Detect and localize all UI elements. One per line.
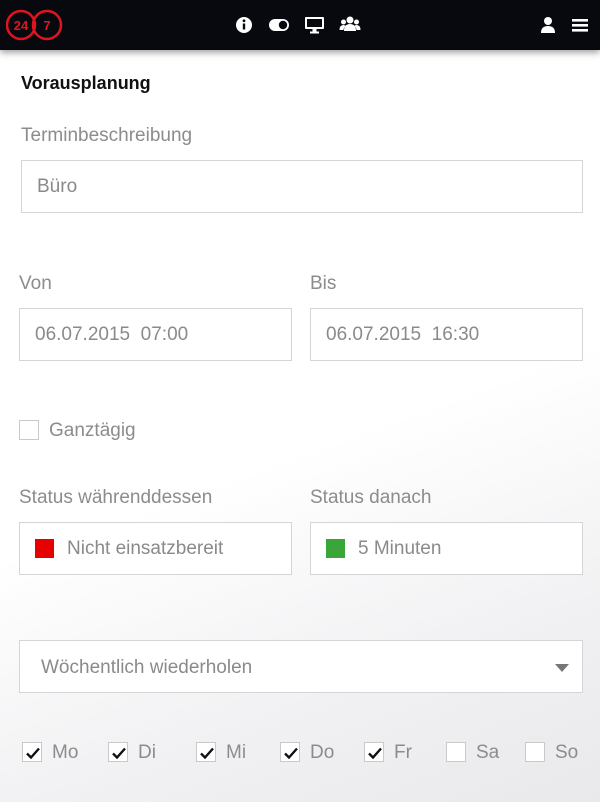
menu-icon[interactable] (571, 15, 593, 35)
weekday-checkbox-mo[interactable] (22, 742, 42, 762)
repeat-select[interactable]: Wöchentlich wiederholen (19, 640, 583, 693)
checkmark-icon (26, 747, 40, 760)
status-during-value: Nicht einsatzbereit (67, 537, 224, 559)
status-during-field[interactable]: Nicht einsatzbereit (19, 522, 292, 575)
users-icon[interactable] (339, 15, 361, 35)
checkmark-icon (368, 747, 382, 760)
weekday-label: Mi (226, 742, 247, 763)
to-label: Bis (310, 273, 337, 294)
from-datetime-input[interactable] (35, 323, 291, 346)
description-input[interactable] (37, 175, 582, 198)
status-after-label: Status danach (310, 487, 432, 508)
toggle-icon[interactable] (268, 15, 290, 35)
repeat-select-value: Wöchentlich wiederholen (41, 657, 253, 678)
svg-text:7: 7 (43, 18, 50, 33)
status-color-swatch (35, 539, 54, 558)
all-day-checkbox[interactable] (19, 420, 39, 440)
weekday-checkbox-so[interactable] (525, 742, 545, 762)
weekday-label: Fr (394, 742, 412, 763)
from-datetime-field[interactable] (19, 308, 292, 361)
to-datetime-input[interactable] (326, 323, 582, 346)
description-field[interactable] (21, 160, 583, 213)
svg-text:24: 24 (14, 18, 29, 33)
checkmark-icon (200, 747, 214, 760)
status-color-swatch (326, 539, 345, 558)
description-label: Terminbeschreibung (21, 125, 193, 146)
weekday-label: So (555, 742, 579, 763)
weekday-checkbox-fr[interactable] (364, 742, 384, 762)
to-datetime-field[interactable] (310, 308, 583, 361)
brand-logo[interactable]: 24 7 (5, 8, 66, 42)
user-icon[interactable] (539, 15, 561, 35)
monitor-icon[interactable] (304, 15, 326, 35)
weekday-label: Sa (476, 742, 500, 763)
from-label: Von (19, 273, 52, 294)
info-icon[interactable] (235, 15, 257, 35)
chevron-down-icon (555, 664, 569, 672)
status-after-value: 5 Minuten (358, 537, 442, 559)
checkmark-icon (112, 747, 126, 760)
weekday-checkbox-do[interactable] (280, 742, 300, 762)
weekday-label: Mo (52, 742, 79, 763)
weekday-label: Di (138, 742, 156, 763)
weekday-label: Do (310, 742, 335, 763)
page-title: Vorausplanung (21, 73, 151, 93)
status-during-label: Status währenddessen (19, 487, 213, 508)
weekday-checkbox-mi[interactable] (196, 742, 216, 762)
weekday-checkbox-sa[interactable] (446, 742, 466, 762)
weekday-checkbox-di[interactable] (108, 742, 128, 762)
top-navigation-bar: 24 7 (0, 0, 600, 50)
checkmark-icon (284, 747, 298, 760)
all-day-label: Ganztägig (49, 420, 136, 441)
status-after-field[interactable]: 5 Minuten (310, 522, 583, 575)
